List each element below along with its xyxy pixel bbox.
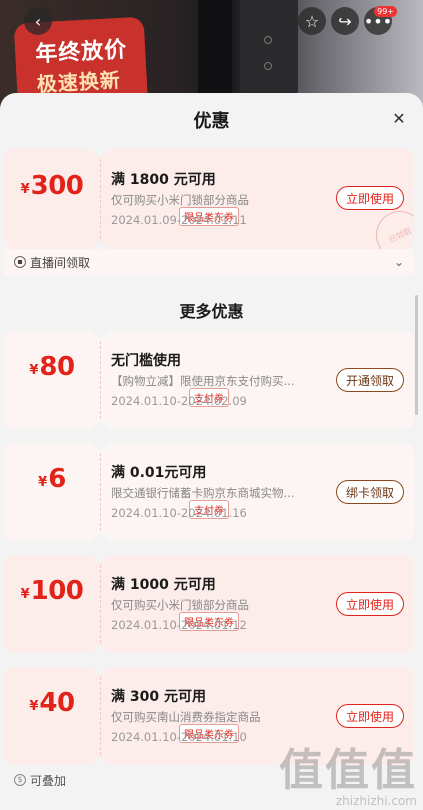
coupon-sheet: 优惠 ✕ ¥300 限品类东券 满 1800 元可用 仅可购买小米门锁部分商品 … <box>0 93 423 810</box>
sheet-title: 优惠 <box>193 111 230 132</box>
coupon-amount: ¥6 <box>38 464 66 494</box>
promo-line-1: 年终放价 <box>34 37 128 68</box>
more-badge: 99+ <box>374 6 397 17</box>
chevron-left-icon: ‹ <box>34 11 42 31</box>
lock-sensor-dot <box>264 62 272 70</box>
coupon-desc: 【购物立减】限使用京东支付购买... <box>111 374 295 388</box>
coupon-amount: ¥100 <box>20 576 84 606</box>
coupon-card: ¥100 限品类东券 满 1000 元可用 仅可购买小米门锁部分商品 2024.… <box>4 555 414 653</box>
coupon-title: 满 300 元可用 <box>111 689 206 705</box>
star-icon: ☆ <box>304 11 320 31</box>
coupon-desc: 仅可购买小米门锁部分商品 <box>111 193 249 207</box>
close-icon[interactable]: ✕ <box>389 108 409 128</box>
watermark-url: zhizhizhi.com <box>335 794 417 808</box>
scrollbar[interactable] <box>415 295 418 415</box>
coupon-desc: 仅可购买小米门锁部分商品 <box>111 598 249 612</box>
more-offers-title: 更多优惠 <box>179 302 244 321</box>
stack-icon: $ <box>14 774 26 786</box>
use-now-button[interactable]: 立即使用 <box>336 186 404 210</box>
lock-sensor-dot <box>264 36 272 44</box>
live-icon <box>14 256 26 268</box>
coupon-date: 2024.01.10-2024.01.10 <box>111 730 247 744</box>
coupon-title: 无门槛使用 <box>111 353 181 369</box>
stackable-label: 可叠加 <box>30 773 67 788</box>
use-now-button[interactable]: 立即使用 <box>336 704 404 728</box>
bind-card-claim-button[interactable]: 绑卡领取 <box>336 480 404 504</box>
coupon-desc: 限交通银行储蓄卡购京东商城实物... <box>111 486 295 500</box>
coupon-desc: 仅可购买南山消费券指定商品 <box>111 710 261 724</box>
coupon-amount: ¥80 <box>29 352 75 382</box>
watermark-logo: 值值值 <box>279 745 417 796</box>
coupon-card-live: ¥300 限品类东券 满 1800 元可用 仅可购买小米门锁部分商品 2024.… <box>4 149 414 249</box>
coupon-title: 满 1000 元可用 <box>111 577 216 593</box>
watermark: 值值值 zhizhizhi.com <box>279 745 417 809</box>
coupon-date: 2024.01.10-2024.01.16 <box>111 506 247 520</box>
live-claim-label: 直播间领取 <box>30 255 91 270</box>
coupon-title: 满 1800 元可用 <box>111 172 216 188</box>
back-button[interactable]: ‹ <box>24 7 52 35</box>
coupon-title: 满 0.01元可用 <box>111 465 207 481</box>
coupon-card: ¥80 支付券 无门槛使用 【购物立减】限使用京东支付购买... 2024.01… <box>4 331 414 429</box>
favorite-button[interactable]: ☆ <box>298 7 326 35</box>
coupon-amount: ¥300 <box>20 171 84 201</box>
activate-claim-button[interactable]: 开通领取 <box>336 368 404 392</box>
share-icon: ↪ <box>338 11 352 31</box>
chevron-down-icon[interactable]: ⌄ <box>394 255 404 269</box>
coupon-date: 2024.01.10-2024.01.12 <box>111 618 247 632</box>
coupon-amount: ¥40 <box>29 688 75 718</box>
coupon-date: 2024.01.09-2024.01.11 <box>111 213 247 227</box>
door-lock-image <box>240 0 298 100</box>
share-button[interactable]: ↪ <box>331 7 359 35</box>
live-claim-row[interactable]: 直播间领取 ⌄ <box>4 249 414 275</box>
coupon-date: 2024.01.10-2024.02.09 <box>111 394 247 408</box>
use-now-button[interactable]: 立即使用 <box>336 592 404 616</box>
coupon-card: ¥6 支付券 满 0.01元可用 限交通银行储蓄卡购京东商城实物... 2024… <box>4 443 414 541</box>
